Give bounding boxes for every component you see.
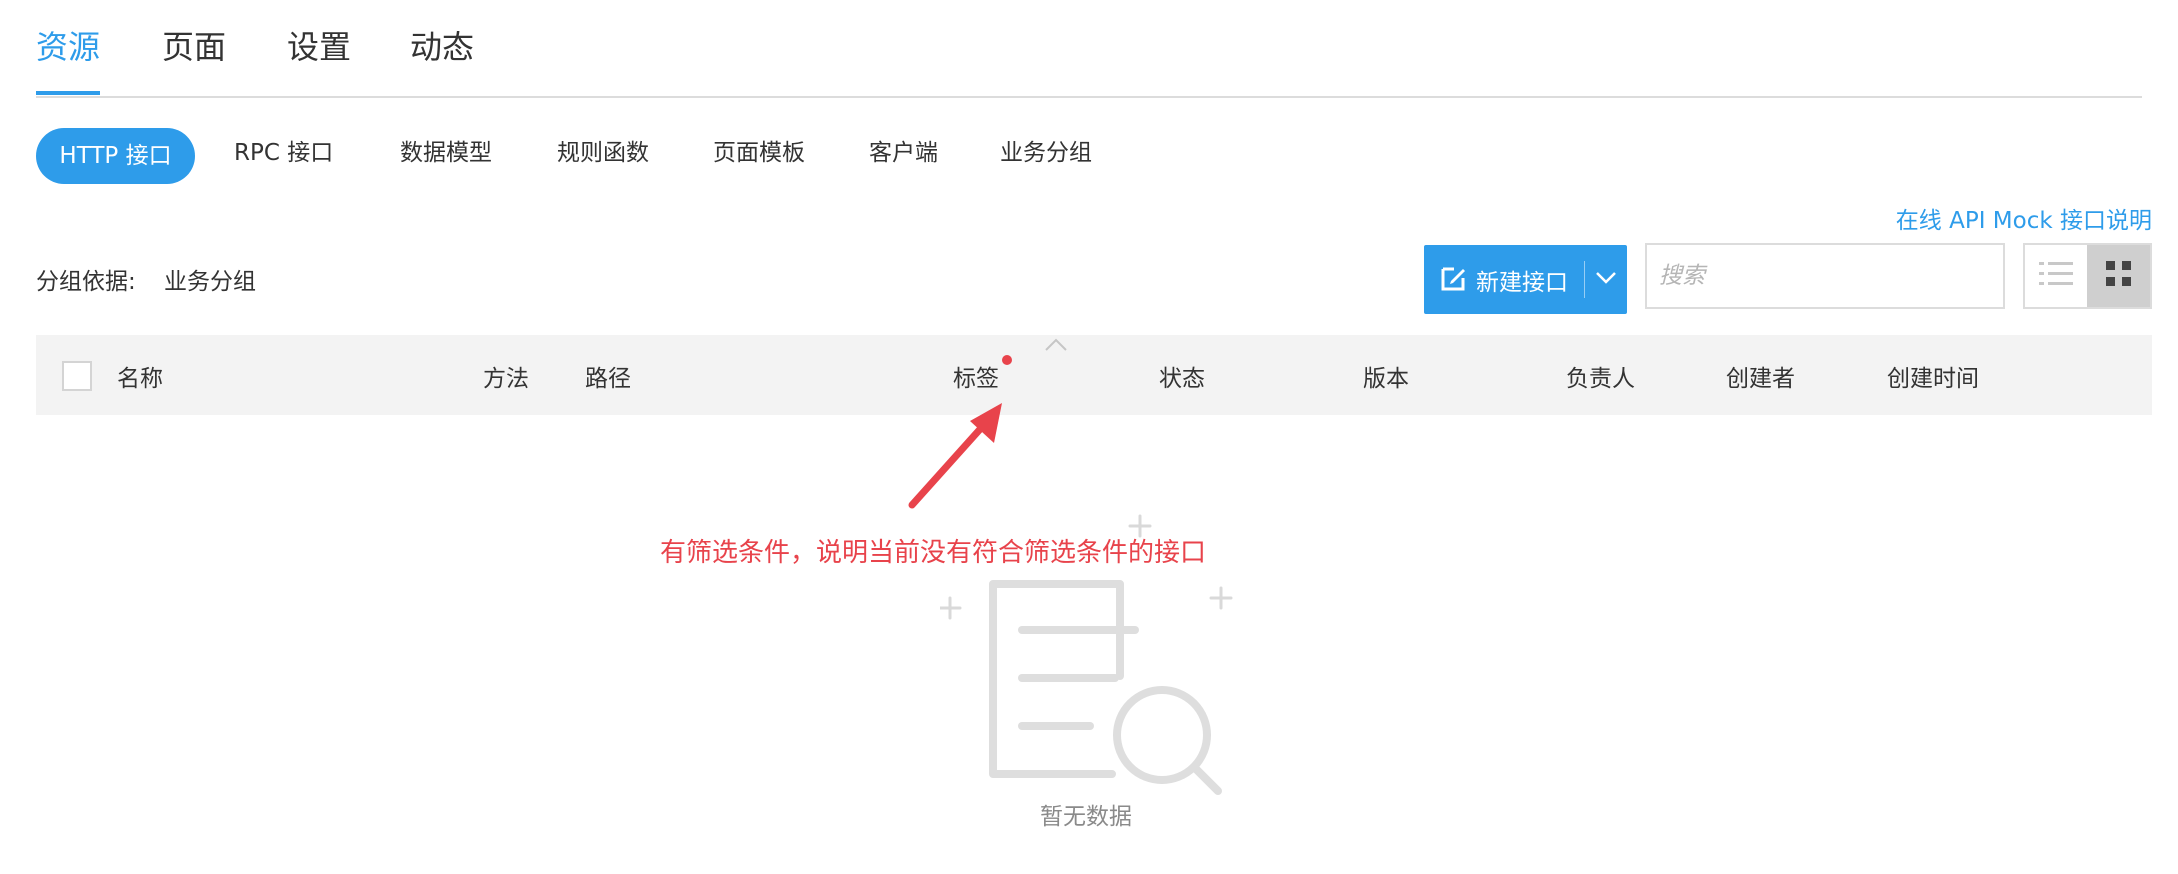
group-by-value[interactable]: 业务分组	[164, 262, 256, 296]
subtab-http[interactable]: HTTP 接口	[36, 128, 195, 184]
select-all-checkbox[interactable]	[62, 361, 92, 391]
search-input[interactable]	[1645, 243, 2005, 309]
subtab-rule-func[interactable]: 规则函数	[557, 137, 649, 169]
annotation-arrow-icon	[900, 395, 1020, 519]
new-interface-split-button: 新建接口	[1424, 245, 1627, 314]
top-tab-bar: 资源 页面 设置 动态	[36, 0, 2142, 98]
grid-icon	[2105, 261, 2132, 291]
group-by-label: 分组依据:	[36, 269, 136, 295]
subtab-client[interactable]: 客户端	[869, 137, 938, 169]
new-interface-dropdown[interactable]	[1585, 245, 1627, 314]
column-owner: 负责人	[1566, 366, 1635, 392]
column-tags[interactable]: 标签	[953, 359, 999, 393]
tab-resources[interactable]: 资源	[36, 22, 100, 68]
tab-activity[interactable]: 动态	[410, 22, 474, 68]
column-path: 路径	[585, 366, 631, 392]
list-icon	[2039, 261, 2073, 291]
column-version: 版本	[1363, 366, 1409, 392]
subtab-page-template[interactable]: 页面模板	[713, 137, 805, 169]
view-toggle	[2023, 243, 2152, 309]
active-tab-indicator	[36, 91, 100, 95]
table-header: 名称 方法 路径 标签 状态 版本 负责人 创建者 创建时间	[36, 335, 2152, 415]
column-name: 名称	[117, 366, 163, 392]
tab-settings[interactable]: 设置	[287, 22, 351, 68]
chevron-up-icon[interactable]	[1044, 337, 1068, 356]
resources-page: 资源 页面 设置 动态 HTTP 接口 RPC 接口 数据模型 规则函数 页面模…	[0, 0, 2178, 874]
chevron-down-icon	[1595, 270, 1617, 289]
empty-document-icon	[938, 506, 1240, 800]
grid-view-button[interactable]	[2087, 245, 2150, 307]
subtab-rpc[interactable]: RPC 接口	[234, 137, 333, 169]
column-status: 状态	[1159, 366, 1205, 392]
empty-state-text: 暂无数据	[1040, 804, 1132, 830]
list-view-button[interactable]	[2025, 245, 2087, 307]
column-created-at: 创建时间	[1887, 366, 1979, 392]
column-creator: 创建者	[1726, 366, 1795, 392]
new-interface-label: 新建接口	[1476, 269, 1568, 296]
filter-active-dot	[1002, 355, 1012, 365]
new-interface-button[interactable]: 新建接口	[1424, 245, 1584, 314]
edit-icon	[1440, 264, 1468, 296]
subtab-data-model[interactable]: 数据模型	[400, 137, 492, 169]
tab-pages[interactable]: 页面	[162, 22, 226, 68]
mock-doc-link[interactable]: 在线 API Mock 接口说明	[1896, 201, 2152, 235]
subtab-biz-group[interactable]: 业务分组	[1000, 137, 1092, 169]
column-method: 方法	[483, 366, 529, 392]
